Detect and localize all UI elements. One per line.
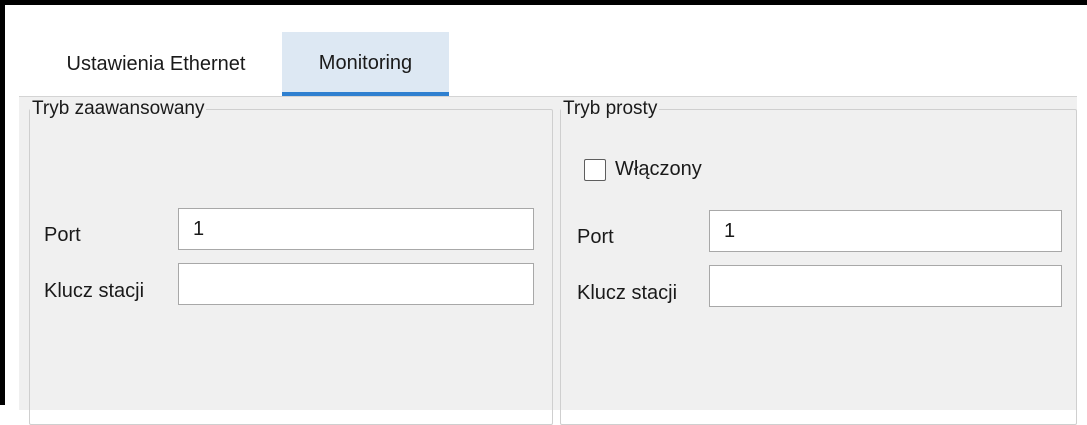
tab-bar: Ustawienia Ethernet Monitoring [19,32,1077,97]
advanced-port-label: Port [44,224,81,246]
simple-station-key-label: Klucz stacji [577,282,678,304]
tab-content-monitoring: Tryb zaawansowany Port 1 Klucz stacji Tr… [19,97,1077,425]
enabled-checkbox[interactable] [584,158,606,181]
simple-station-key-input[interactable] [709,265,1062,307]
tab-monitoring[interactable]: Monitoring [282,32,449,96]
enabled-checkbox-label: Włączony [615,158,702,180]
simple-mode-legend: Tryb prosty [563,98,658,119]
window-frame: Ustawienia Ethernet Monitoring Tryb zaaw… [0,0,1087,425]
advanced-mode-legend: Tryb zaawansowany [32,98,205,119]
simple-port-input[interactable]: 1 [709,210,1062,252]
tab-ethernet-settings[interactable]: Ustawienia Ethernet [31,32,281,96]
advanced-port-input[interactable]: 1 [178,208,534,250]
advanced-station-key-input[interactable] [178,263,534,305]
simple-mode-group: Tryb prosty Włączony Port 1 Klucz stacji [560,99,1077,425]
advanced-mode-group: Tryb zaawansowany Port 1 Klucz stacji [29,99,553,425]
simple-port-label: Port [577,226,614,248]
enabled-checkbox-row[interactable]: Włączony [584,158,702,181]
advanced-station-key-label: Klucz stacji [44,280,145,302]
